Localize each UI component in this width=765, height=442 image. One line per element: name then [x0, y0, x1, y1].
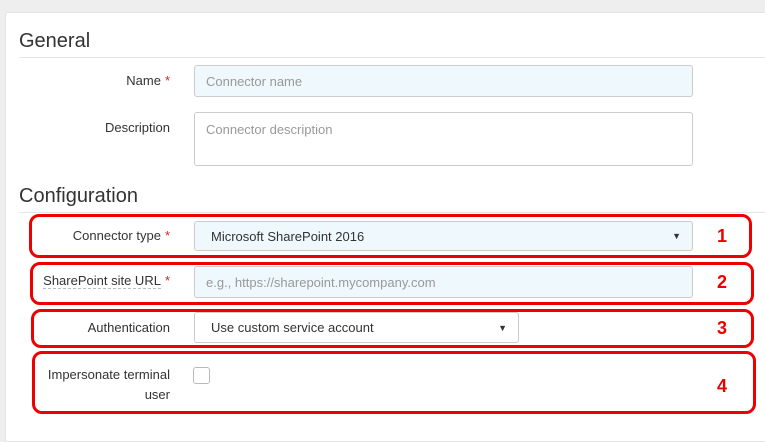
- annotation-number-2: 2: [717, 272, 728, 292]
- impersonate-checkbox[interactable]: [193, 367, 210, 384]
- annotation-number-1: 1: [717, 226, 728, 246]
- name-label: Name *: [126, 73, 170, 88]
- description-textarea[interactable]: Connector description: [194, 112, 693, 166]
- annotation-number-4: 4: [717, 376, 728, 396]
- site-url-input[interactable]: e.g., https://sharepoint.mycompany.com: [194, 266, 693, 298]
- annotation-number-3: 3: [717, 318, 728, 338]
- section-heading-configuration: Configuration: [19, 185, 138, 207]
- impersonate-label: Impersonate terminal user: [47, 367, 170, 402]
- description-label: Description: [104, 120, 170, 135]
- authentication-select[interactable]: Use custom service account ▼: [194, 312, 519, 343]
- connector-type-label: Connector type *: [72, 228, 170, 243]
- caret-down-icon: ▼: [672, 231, 681, 241]
- site-url-label: SharePoint site URL *: [43, 273, 170, 289]
- caret-down-icon: ▼: [498, 322, 507, 333]
- divider: [19, 57, 765, 58]
- section-heading-general: General: [19, 30, 91, 52]
- authentication-label: Authentication: [87, 320, 170, 335]
- name-input[interactable]: Connector name: [194, 65, 693, 97]
- divider: [19, 212, 765, 213]
- connector-type-select[interactable]: Microsoft SharePoint 2016 ▼: [194, 221, 693, 251]
